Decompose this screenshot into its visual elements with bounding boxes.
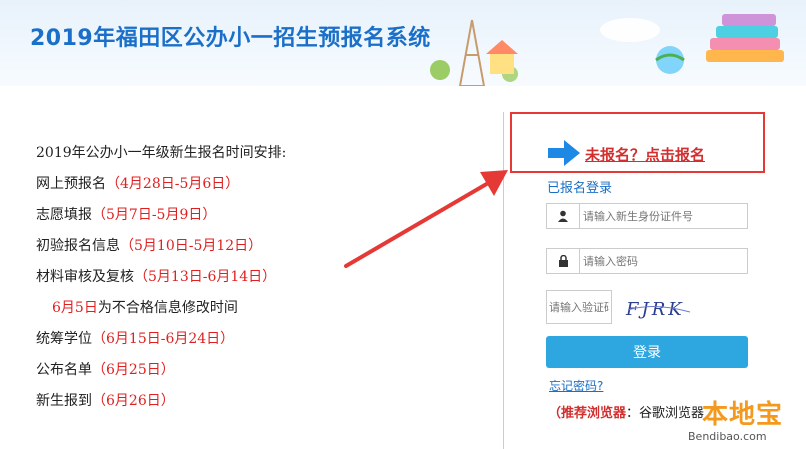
schedule-label: 统筹学位	[36, 331, 92, 347]
id-number-input[interactable]	[583, 205, 743, 227]
browser-label: （推荐浏览器	[548, 406, 627, 421]
annotation-arrow-icon	[344, 170, 508, 268]
schedule-label: 网上预报名	[36, 176, 106, 192]
header-banner: 2019年福田区公办小一招生预报名系统	[0, 0, 806, 86]
lock-icon	[547, 249, 579, 273]
id-number-field[interactable]	[546, 203, 748, 229]
register-link[interactable]: 未报名？点击报名	[585, 144, 705, 165]
forgot-password-link[interactable]: 忘记密码?	[549, 377, 603, 394]
password-field[interactable]	[546, 248, 748, 274]
schedule-date: （6月25日）	[92, 362, 175, 378]
site-watermark: 本地宝 Bendibao.com	[688, 392, 806, 449]
schedule-date: （5月7日-5月9日）	[92, 207, 217, 223]
captcha-input[interactable]	[546, 290, 612, 324]
schedule-note: 6月5日为不合格信息修改时间	[36, 293, 476, 324]
schedule-label: 初验报名信息	[36, 238, 120, 254]
schedule-item: 公布名单（6月25日）	[36, 355, 476, 386]
schedule-date: （6月26日）	[92, 393, 175, 409]
schedule-date: （5月13日-6月14日）	[134, 269, 277, 285]
field-separator	[579, 249, 580, 273]
field-separator	[579, 204, 580, 228]
schedule-date: （6月15日-6月24日）	[92, 331, 235, 347]
schedule-label: 新生报到	[36, 393, 92, 409]
schedule-note-date: 6月5日	[52, 300, 98, 316]
schedule-item: 统筹学位（6月15日-6月24日）	[36, 324, 476, 355]
password-input[interactable]	[583, 250, 743, 272]
schedule-date: （4月28日-5月6日）	[106, 176, 240, 192]
schedule-label: 志愿填报	[36, 207, 92, 223]
user-icon	[547, 204, 579, 228]
watermark-logo-text: 本地宝	[702, 400, 784, 430]
login-button[interactable]: 登录	[546, 336, 748, 368]
schedule-date: （5月10日-5月12日）	[120, 238, 263, 254]
login-title: 已报名登录	[547, 181, 613, 196]
banner-illustration	[430, 14, 784, 86]
captcha-text: FJRK	[625, 299, 685, 320]
page-title: 2019年福田区公办小一招生预报名系统	[30, 26, 431, 51]
schedule-label: 公布名单	[36, 362, 92, 378]
arrow-right-icon	[548, 140, 580, 166]
captcha-image[interactable]: FJRK	[624, 294, 694, 322]
watermark-url: Bendibao.com	[688, 430, 767, 443]
schedule-item: 新生报到（6月26日）	[36, 386, 476, 417]
schedule-note-text: 为不合格信息修改时间	[97, 300, 238, 316]
browser-recommendation: （推荐浏览器：谷歌浏览器	[548, 402, 704, 421]
schedule-label: 材料审核及复核	[36, 269, 134, 285]
